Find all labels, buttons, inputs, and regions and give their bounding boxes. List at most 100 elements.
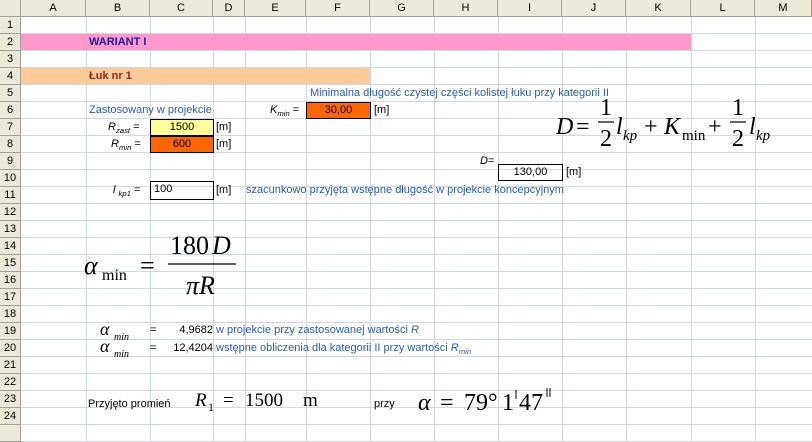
radius-value: 1500	[245, 390, 283, 411]
column-header-c[interactable]: C	[150, 0, 213, 17]
svg-text:=: =	[140, 251, 155, 280]
svg-text:πR: πR	[186, 271, 215, 300]
row-header-8[interactable]: 8	[0, 136, 21, 153]
svg-text:min: min	[682, 128, 706, 144]
row-header-22[interactable]: 22	[0, 374, 21, 391]
row-header-6[interactable]: 6	[0, 102, 21, 119]
d-unit: [m]	[566, 166, 582, 178]
row-header-17[interactable]: 17	[0, 289, 21, 306]
svg-text:1: 1	[600, 96, 612, 121]
svg-text:α: α	[100, 337, 110, 356]
row-header-3[interactable]: 3	[0, 51, 21, 68]
kmin-input[interactable]: 30,00	[306, 102, 371, 119]
svg-text:+: +	[644, 114, 658, 140]
row-header-23[interactable]: 23	[0, 391, 21, 408]
angle-seconds: 47	[519, 390, 543, 416]
column-header-a[interactable]: A	[21, 0, 86, 17]
alpha2-value[interactable]: 12,4204	[160, 340, 213, 356]
column-header-d[interactable]: D	[213, 0, 245, 17]
lkp1-label: l kp1 =	[113, 184, 141, 199]
row-header-13[interactable]: 13	[0, 221, 21, 238]
radius-formula: R 1 = 1500 m	[194, 386, 335, 414]
radius-unit: m	[303, 390, 318, 411]
svg-text:min: min	[114, 349, 129, 359]
column-header-k[interactable]: K	[626, 0, 691, 17]
svg-text:=: =	[223, 390, 234, 411]
curve-title: Łuk nr 1	[89, 70, 132, 82]
row-header-18[interactable]: 18	[0, 306, 21, 323]
lkp1-unit: [m]	[216, 184, 232, 196]
radius-label: Przyjęto promień	[88, 398, 171, 410]
svg-text:α: α	[84, 251, 99, 280]
row-header-7[interactable]: 7	[0, 119, 21, 136]
svg-text:min: min	[102, 267, 127, 284]
alpha-formula: α min = 180 D πR	[84, 230, 254, 302]
row-header-14[interactable]: 14	[0, 238, 21, 255]
przy-label: przy	[374, 398, 395, 410]
rmin-input[interactable]: 600	[150, 136, 214, 153]
row-header-12[interactable]: 12	[0, 204, 21, 221]
row-header-10[interactable]: 10	[0, 170, 21, 187]
rmin-unit: [m]	[216, 138, 232, 150]
row-header-2[interactable]: 2	[0, 34, 21, 51]
alpha2-note: wstępne obliczenia dla kategorii II przy…	[216, 342, 472, 357]
column-header-h[interactable]: H	[434, 0, 498, 17]
select-all-corner[interactable]	[0, 0, 21, 17]
svg-text:l: l	[616, 114, 623, 140]
row-header-19[interactable]: 19	[0, 323, 21, 340]
row-header-16[interactable]: 16	[0, 272, 21, 289]
svg-text:1: 1	[208, 400, 214, 414]
row-header-1[interactable]: 1	[0, 17, 21, 34]
svg-text:2: 2	[600, 126, 612, 152]
column-header-f[interactable]: F	[306, 0, 370, 17]
alpha2-eq: =	[150, 342, 157, 354]
svg-text:+: +	[708, 114, 722, 140]
column-header-m[interactable]: M	[755, 0, 812, 17]
row-header-5[interactable]: 5	[0, 85, 21, 102]
angle-minutes: 1	[502, 390, 514, 416]
svg-text:D: D	[211, 231, 231, 260]
svg-text:α: α	[418, 390, 431, 416]
lkp1-input[interactable]: 100	[150, 181, 214, 200]
row-header-9[interactable]: 9	[0, 153, 21, 170]
curve-band[interactable]	[21, 68, 370, 84]
svg-text:D: D	[556, 114, 573, 140]
svg-text:l: l	[749, 114, 756, 140]
svg-text:kp: kp	[623, 128, 638, 144]
variant-title: WARIANT I	[89, 36, 147, 48]
row-header-25[interactable]	[0, 425, 21, 442]
column-header-e[interactable]: E	[245, 0, 306, 17]
angle-degrees: 79°	[464, 390, 498, 416]
applied-label: Zastosowany w projekcie	[89, 104, 212, 116]
rzast-input[interactable]: 1500	[150, 119, 214, 136]
column-header-i[interactable]: I	[498, 0, 562, 17]
row-header-15[interactable]: 15	[0, 255, 21, 272]
column-header-j[interactable]: J	[562, 0, 626, 17]
row-header-20[interactable]: 20	[0, 340, 21, 357]
svg-text:2: 2	[732, 126, 744, 152]
d-value-cell[interactable]: 130,00	[498, 164, 563, 181]
row-header-4[interactable]: 4	[0, 68, 21, 85]
svg-text:180: 180	[170, 231, 209, 260]
alpha2-symbol: α min	[100, 336, 145, 360]
row-header-21[interactable]: 21	[0, 357, 21, 374]
column-header-g[interactable]: G	[370, 0, 434, 17]
angle-formula: α = 79° 1 47	[418, 382, 568, 416]
lkp1-note: szacunkowo przyjęta wstępne długość w pr…	[246, 184, 564, 196]
svg-text:=: =	[576, 114, 590, 140]
alpha1-note: w projekcie przy zastosowanej wartości R	[216, 324, 419, 336]
d-label: D=	[480, 155, 495, 167]
column-header-l[interactable]: L	[691, 0, 755, 17]
row-header-24[interactable]: 24	[0, 408, 21, 425]
svg-text:kp: kp	[756, 128, 771, 144]
svg-text:=: =	[440, 390, 454, 416]
rmin-label: Rmin =	[111, 138, 141, 153]
d-formula: D = 1 2 l kp + K min + 1 2 l kp	[555, 95, 786, 154]
svg-text:R: R	[195, 390, 207, 411]
kmin-label: Kmin =	[270, 104, 300, 119]
row-header-11[interactable]: 11	[0, 187, 21, 204]
alpha1-value[interactable]: 4,9682	[160, 322, 213, 338]
svg-text:1: 1	[732, 96, 744, 121]
column-header-b[interactable]: B	[86, 0, 150, 17]
svg-text:K: K	[663, 114, 682, 140]
